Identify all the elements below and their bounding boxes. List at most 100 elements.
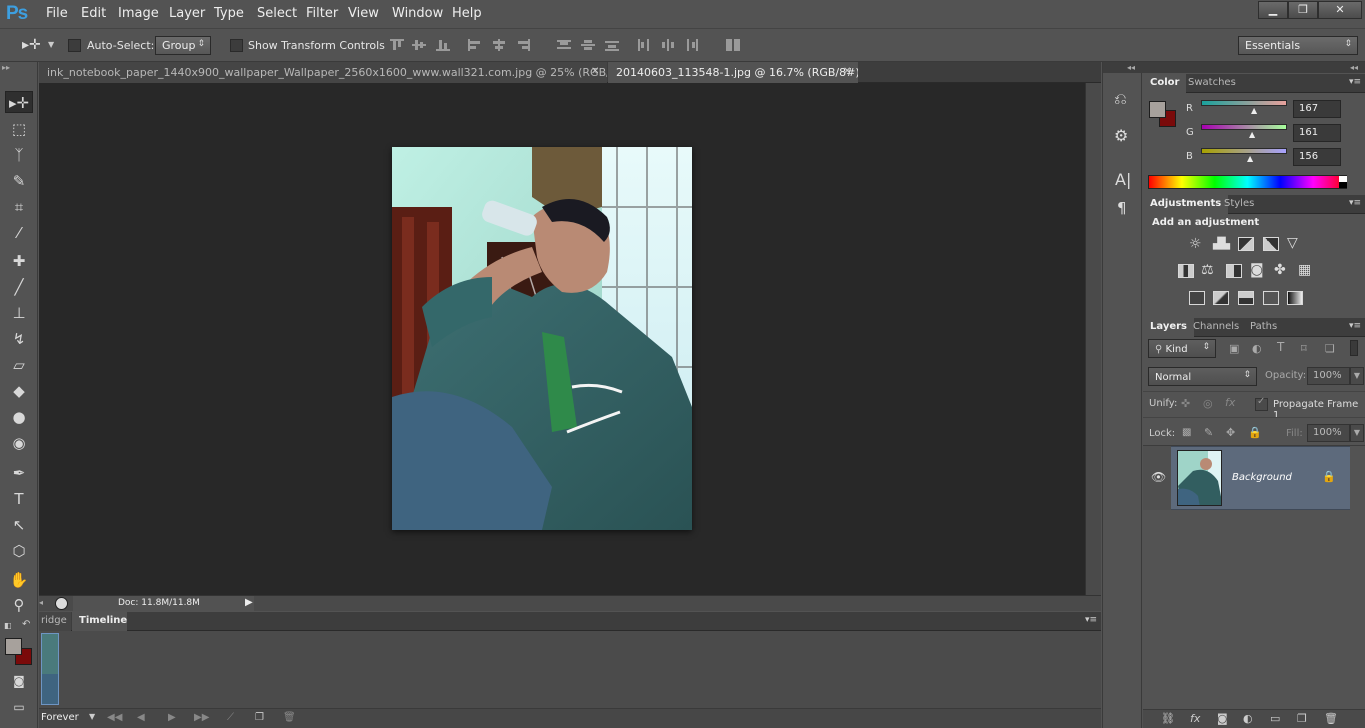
- swap-colors-icon[interactable]: ↶: [22, 619, 30, 630]
- black-white-icon[interactable]: [1226, 264, 1242, 278]
- first-frame-icon[interactable]: ◀◀: [107, 712, 122, 723]
- r-slider[interactable]: [1201, 100, 1287, 106]
- distribute-top-icon[interactable]: [557, 39, 571, 51]
- unify-style-icon[interactable]: fx: [1225, 396, 1235, 409]
- eye-icon[interactable]: 👁: [1151, 470, 1166, 484]
- menu-select[interactable]: Select: [257, 6, 297, 21]
- path-select-tool-icon[interactable]: ↖: [5, 514, 33, 536]
- layer-lock-icon[interactable]: 🔒: [1322, 470, 1336, 483]
- auto-select-dropdown[interactable]: Group ⇕: [155, 36, 211, 55]
- r-value-input[interactable]: 167: [1293, 100, 1341, 118]
- panel-menu-icon[interactable]: ▾≡: [1085, 615, 1097, 625]
- delete-frame-icon[interactable]: 🗑: [283, 712, 296, 723]
- default-colors-icon[interactable]: ◧: [4, 621, 12, 630]
- filter-toggle[interactable]: [1350, 340, 1358, 356]
- auto-select-checkbox[interactable]: [68, 39, 81, 52]
- menu-layer[interactable]: Layer: [169, 6, 205, 21]
- channel-mixer-icon[interactable]: ✤: [1274, 262, 1286, 278]
- distribute-hcenter-icon[interactable]: [661, 39, 675, 51]
- lock-transparent-icon[interactable]: ▩: [1182, 427, 1191, 438]
- opacity-arrow-icon[interactable]: ▼: [1350, 367, 1364, 385]
- menu-image[interactable]: Image: [118, 6, 159, 21]
- tab-close-icon[interactable]: ✕: [591, 66, 599, 77]
- distribute-vcenter-icon[interactable]: [581, 39, 595, 51]
- r-slider-handle[interactable]: ▲: [1251, 106, 1257, 115]
- new-adjustment-layer-icon[interactable]: ◐: [1243, 712, 1253, 725]
- tab-timeline[interactable]: Timeline: [72, 612, 127, 631]
- lock-image-icon[interactable]: ✎: [1204, 426, 1213, 439]
- align-left-icon[interactable]: [468, 39, 482, 51]
- color-spectrum-ramp[interactable]: [1148, 175, 1347, 189]
- type-tool-icon[interactable]: T: [5, 488, 33, 510]
- menu-filter[interactable]: Filter: [306, 6, 338, 21]
- paragraph-panel-icon[interactable]: ¶: [1117, 199, 1127, 217]
- eyedropper-tool-icon[interactable]: ⁄: [5, 222, 33, 244]
- quick-mask-icon[interactable]: ◙: [5, 670, 33, 692]
- fill-input[interactable]: 100%: [1307, 424, 1350, 442]
- blend-mode-dropdown[interactable]: Normal ⇕: [1148, 367, 1257, 386]
- invert-icon[interactable]: [1189, 291, 1205, 305]
- lasso-tool-icon[interactable]: ᛉ: [5, 144, 33, 166]
- fx-icon[interactable]: fx: [1190, 712, 1200, 725]
- align-vcenter-icon[interactable]: [412, 39, 426, 51]
- collapse-icon[interactable]: ◂◂: [1350, 63, 1358, 72]
- foreground-color-swatch[interactable]: [5, 638, 22, 655]
- propagate-frame-checkbox[interactable]: ✓: [1255, 396, 1268, 411]
- collapse-icon[interactable]: ◂◂: [1127, 63, 1135, 72]
- tab-document-2[interactable]: 20140603_113548-1.jpg @ 16.7% (RGB/8#): [608, 62, 858, 83]
- close-button[interactable]: ✕: [1318, 1, 1362, 19]
- exposure-icon[interactable]: [1263, 237, 1279, 251]
- document-image[interactable]: [392, 147, 692, 530]
- pixel-filter-icon[interactable]: ▣: [1229, 342, 1239, 355]
- properties-panel-icon[interactable]: ⚙: [1114, 126, 1128, 145]
- b-slider-handle[interactable]: ▲: [1247, 154, 1253, 163]
- shape-tool-icon[interactable]: ⬡: [5, 540, 33, 562]
- tab-color[interactable]: Color: [1143, 74, 1187, 93]
- tab-adjustments[interactable]: Adjustments: [1143, 195, 1229, 214]
- curves-icon[interactable]: [1238, 237, 1254, 251]
- menu-file[interactable]: File: [46, 6, 68, 21]
- duplicate-frame-icon[interactable]: ❐: [255, 712, 264, 723]
- hue-saturation-icon[interactable]: [1178, 264, 1194, 278]
- layer-row-background[interactable]: Background 🔒: [1171, 446, 1350, 510]
- tab-styles[interactable]: Styles: [1217, 195, 1261, 214]
- menu-type[interactable]: Type: [214, 6, 244, 21]
- g-value-input[interactable]: 161: [1293, 124, 1341, 142]
- paint-bucket-tool-icon[interactable]: ◆: [5, 380, 33, 402]
- photo-filter-icon[interactable]: ◙: [1250, 262, 1264, 278]
- distribute-right-icon[interactable]: [685, 39, 699, 51]
- color-lookup-icon[interactable]: ▦: [1298, 262, 1311, 278]
- distribute-bottom-icon[interactable]: [605, 39, 619, 51]
- type-filter-icon[interactable]: T: [1277, 340, 1284, 354]
- quick-select-tool-icon[interactable]: ✎: [5, 170, 33, 192]
- levels-icon[interactable]: ▟▙: [1213, 237, 1230, 250]
- panel-menu-icon[interactable]: ▾≡: [1349, 77, 1361, 87]
- black-swatch[interactable]: [1339, 182, 1347, 188]
- panel-menu-icon[interactable]: ▾≡: [1349, 321, 1361, 331]
- g-slider[interactable]: [1201, 124, 1287, 130]
- workspace-dropdown[interactable]: Essentials ⇕: [1238, 36, 1358, 55]
- unify-visibility-icon[interactable]: ◎: [1203, 397, 1213, 410]
- g-slider-handle[interactable]: ▲: [1249, 130, 1255, 139]
- layer-filter-dropdown[interactable]: ⚲ Kind ⇕: [1148, 339, 1216, 358]
- move-tool-preset-icon[interactable]: ▸✛: [22, 37, 41, 53]
- brush-tool-icon[interactable]: ╱: [5, 276, 33, 298]
- dodge-tool-icon[interactable]: ◉: [5, 432, 33, 454]
- tab-mini-bridge[interactable]: ridge: [39, 612, 71, 631]
- vibrance-icon[interactable]: ▽: [1287, 235, 1298, 251]
- loop-option-dropdown[interactable]: Forever: [41, 712, 79, 723]
- link-layers-icon[interactable]: ⛓: [1161, 712, 1175, 725]
- character-panel-icon[interactable]: A|: [1115, 170, 1131, 189]
- minimize-button[interactable]: ▁: [1258, 1, 1288, 19]
- b-value-input[interactable]: 156: [1293, 148, 1341, 166]
- color-balance-icon[interactable]: ⚖: [1201, 262, 1214, 278]
- tween-icon[interactable]: ⟋: [227, 712, 234, 723]
- menu-help[interactable]: Help: [452, 6, 482, 21]
- lock-all-icon[interactable]: 🔒: [1248, 426, 1262, 439]
- align-bottom-icon[interactable]: [436, 39, 450, 51]
- frame-thumbnail[interactable]: [41, 633, 59, 705]
- hand-tool-icon[interactable]: ✋: [5, 569, 33, 591]
- zoom-tool-icon[interactable]: ⚲: [5, 594, 33, 616]
- brightness-contrast-icon[interactable]: ☼: [1189, 236, 1202, 252]
- eraser-tool-icon[interactable]: ▱: [5, 354, 33, 376]
